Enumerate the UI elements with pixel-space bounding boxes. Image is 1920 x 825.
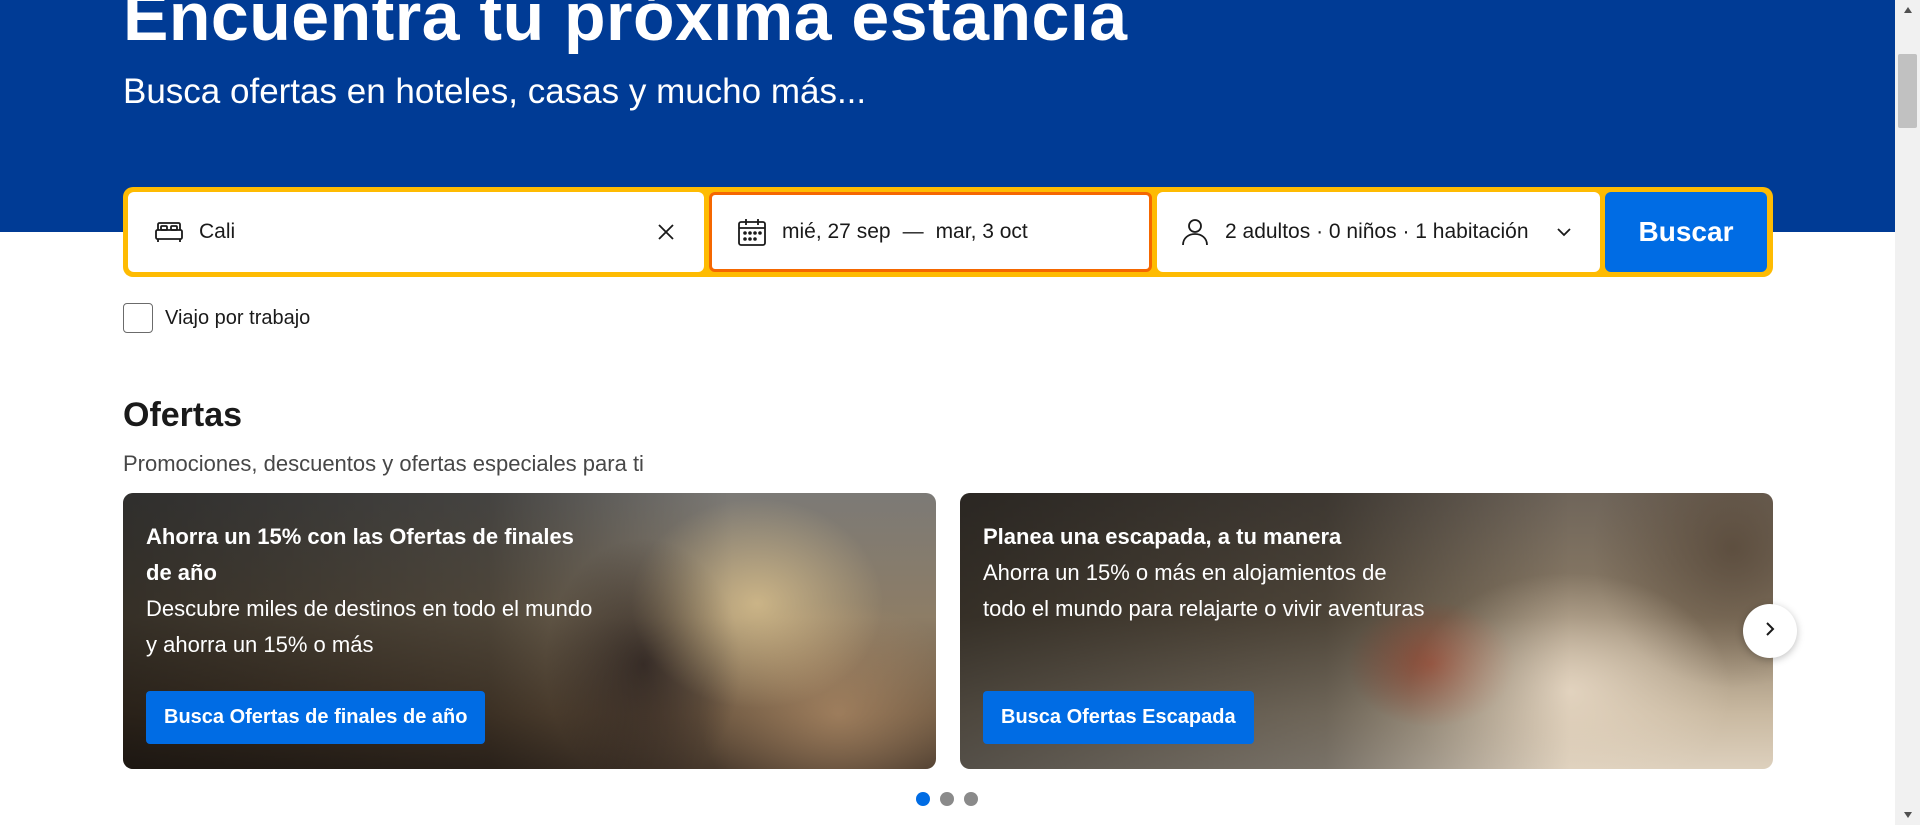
bed-icon <box>153 216 185 248</box>
offer-card-year-end[interactable]: Ahorra un 15% con las Ofertas de finales… <box>123 493 936 769</box>
chevron-down-icon[interactable] <box>1548 216 1580 248</box>
carousel-dot[interactable] <box>940 792 954 806</box>
carousel-pagination <box>916 792 978 806</box>
date-separator: — <box>902 220 924 243</box>
chevron-right-icon <box>1761 620 1779 643</box>
destination-field[interactable]: Cali <box>128 192 704 272</box>
offers-subtitle: Promociones, descuentos y ofertas especi… <box>123 451 644 476</box>
scroll-up-arrow-icon[interactable] <box>1895 0 1920 20</box>
scrollbar-thumb[interactable] <box>1898 54 1917 128</box>
occupancy-field[interactable]: 2 adultos · 0 niños · 1 habitación <box>1157 192 1600 272</box>
search-button[interactable]: Buscar <box>1605 192 1767 272</box>
carousel-dot[interactable] <box>916 792 930 806</box>
business-trip-label[interactable]: Viajo por trabajo <box>165 307 310 330</box>
business-trip-option[interactable]: Viajo por trabajo <box>123 303 310 333</box>
close-icon[interactable] <box>650 216 682 248</box>
hero-subtitle: Busca ofertas en hoteles, casas y mucho … <box>123 72 867 111</box>
hero-title: Encuentra tu próxima estancia <box>123 0 1128 55</box>
occupancy-summary: 2 adultos · 0 niños · 1 habitación <box>1225 220 1529 243</box>
carousel-dot[interactable] <box>964 792 978 806</box>
scroll-down-arrow-icon[interactable] <box>1895 805 1920 825</box>
offer-card-getaway[interactable]: Planea una escapada, a tu manera Ahorra … <box>960 493 1773 769</box>
offers-title: Ofertas <box>123 396 243 434</box>
page-scrollbar[interactable] <box>1895 0 1920 825</box>
offer-card-title: Ahorra un 15% con las Ofertas de finales… <box>146 524 574 585</box>
offer-card-title: Planea una escapada, a tu manera <box>983 524 1342 549</box>
offer-card-description: Ahorra un 15% o más en alojamientos de t… <box>983 560 1425 621</box>
calendar-icon <box>736 216 768 248</box>
check-out-date[interactable]: mar, 3 oct <box>936 220 1028 244</box>
dates-field[interactable]: mié, 27 sep — mar, 3 oct <box>709 192 1152 272</box>
year-end-offers-button[interactable]: Busca Ofertas de finales de año <box>146 691 486 744</box>
search-bar: Cali mié, 27 sep — mar, 3 oct 2 adultos … <box>123 187 1773 277</box>
offer-card-description: Descubre miles de destinos en todo el mu… <box>146 596 593 657</box>
carousel-next-button[interactable] <box>1743 604 1797 658</box>
person-icon <box>1179 216 1211 248</box>
check-in-date[interactable]: mié, 27 sep <box>782 220 891 244</box>
business-trip-checkbox[interactable] <box>123 303 153 333</box>
destination-input[interactable]: Cali <box>199 220 235 244</box>
getaway-offers-button[interactable]: Busca Ofertas Escapada <box>983 691 1254 744</box>
